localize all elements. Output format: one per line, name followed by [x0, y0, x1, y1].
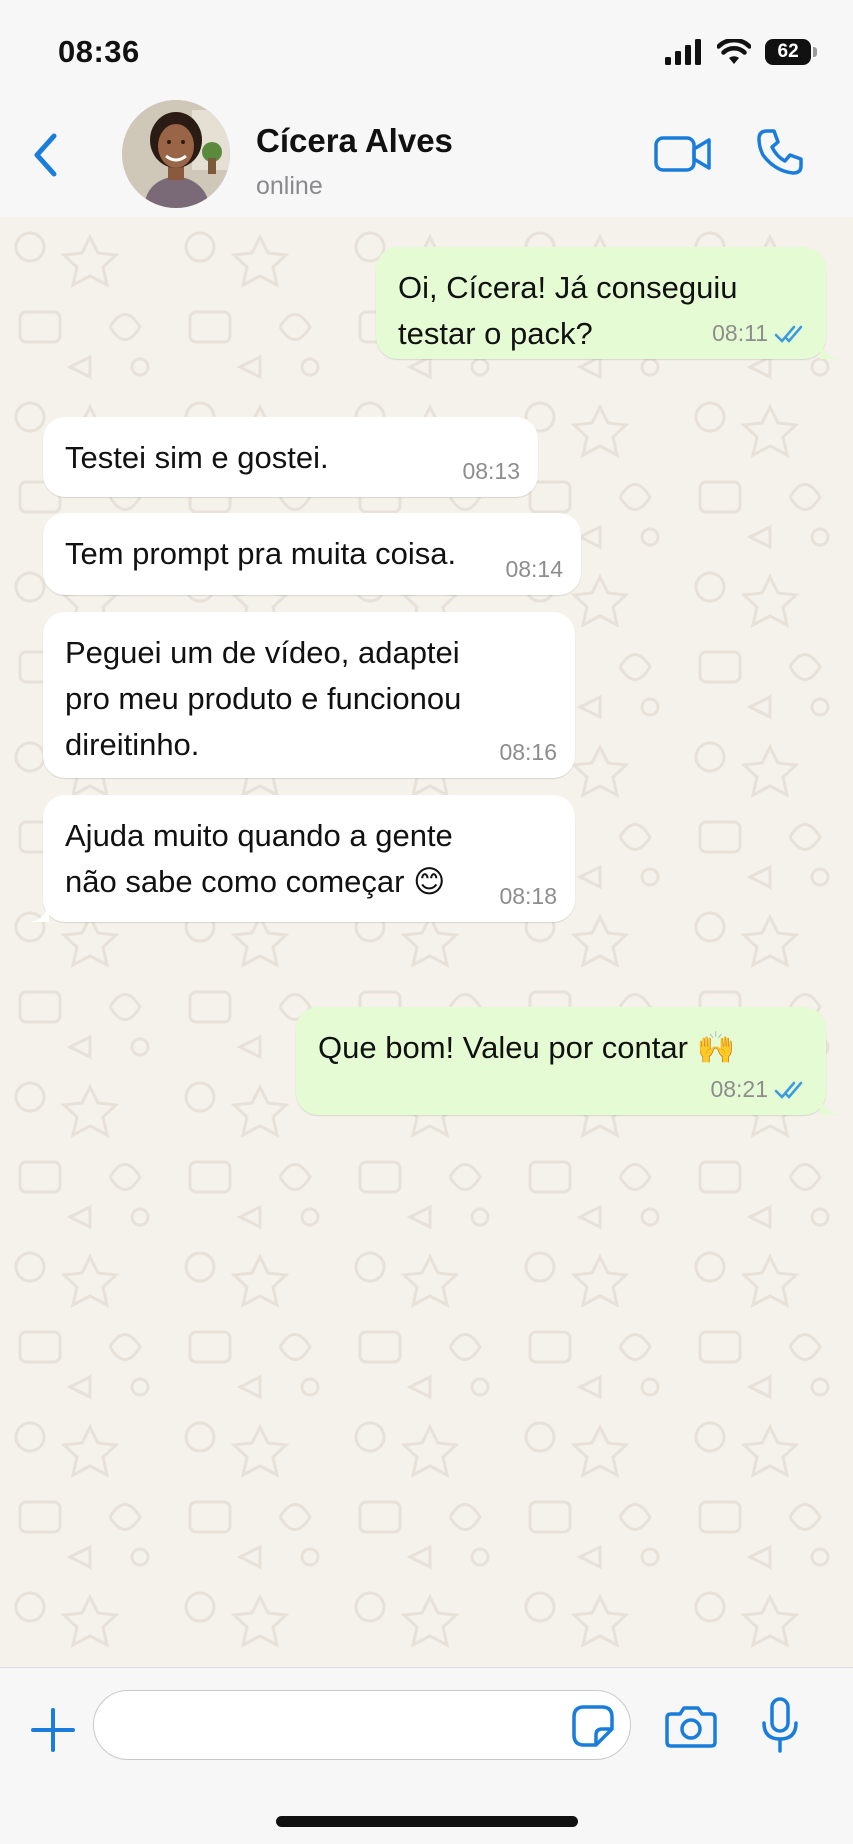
status-time: 08:36 [58, 34, 140, 69]
message-bubble-incoming[interactable]: Ajuda muito quando a gente não sabe como… [29, 795, 575, 922]
double-check-icon [774, 325, 803, 343]
message-text: Tem prompt pra muita coisa. [65, 536, 457, 571]
message-bubble-incoming[interactable]: Peguei um de vídeo, adaptei pro meu prod… [43, 612, 575, 778]
contact-name[interactable]: Cícera Alves [256, 122, 453, 160]
message-time: 08:18 [499, 883, 557, 909]
chevron-left-icon [34, 133, 57, 177]
message-bubble-incoming[interactable]: Tem prompt pra muita coisa. 08:14 [43, 513, 581, 595]
attach-button[interactable] [28, 1698, 78, 1762]
microphone-button[interactable] [755, 1694, 805, 1756]
message-text: Peguei um de vídeo, adaptei pro meu prod… [65, 635, 462, 762]
composer-bar [0, 1667, 853, 1844]
message-time: 08:21 [710, 1076, 768, 1102]
microphone-icon [762, 1697, 798, 1753]
message-bubble-outgoing[interactable]: Oi, Cícera! Já conseguiu testar o pack? … [376, 247, 840, 359]
status-bar: 08:36 62 [0, 0, 853, 100]
message-time: 08:13 [462, 458, 520, 484]
chat-area[interactable]: Oi, Cícera! Já conseguiu testar o pack? … [0, 217, 853, 1667]
status-icons: 62 [665, 36, 817, 68]
message-text: Ajuda muito quando a gente não sabe como… [65, 818, 453, 899]
video-call-button[interactable] [652, 128, 714, 180]
message-bubble-outgoing[interactable]: Que bom! Valeu por contar 🙌 08:21 [296, 1007, 840, 1115]
phone-icon [757, 129, 803, 175]
message-bubble-incoming[interactable]: Testei sim e gostei. 08:13 [43, 417, 538, 497]
message-time: 08:16 [499, 739, 557, 765]
sticker-icon [572, 1705, 614, 1747]
message-text: Testei sim e gostei. [65, 440, 329, 475]
plus-icon [31, 1708, 75, 1752]
sticker-button[interactable] [570, 1703, 616, 1749]
video-camera-icon [654, 136, 711, 172]
contact-status: online [256, 172, 323, 200]
battery-level: 62 [765, 39, 812, 65]
camera-button[interactable] [663, 1698, 719, 1754]
camera-icon [665, 1706, 717, 1748]
message-time: 08:14 [505, 556, 563, 582]
message-time: 08:11 [712, 320, 768, 346]
battery-icon: 62 [765, 39, 817, 65]
message-input[interactable] [93, 1690, 631, 1760]
chat-header: Cícera Alves online [0, 100, 853, 217]
wifi-icon [717, 39, 751, 64]
message-text: Que bom! Valeu por contar 🙌 [318, 1030, 736, 1065]
contact-avatar[interactable] [122, 100, 230, 208]
cellular-signal-icon [665, 39, 701, 65]
back-button[interactable] [20, 120, 70, 190]
voice-call-button[interactable] [752, 124, 808, 180]
double-check-icon [774, 1081, 803, 1099]
home-indicator[interactable] [276, 1816, 578, 1827]
